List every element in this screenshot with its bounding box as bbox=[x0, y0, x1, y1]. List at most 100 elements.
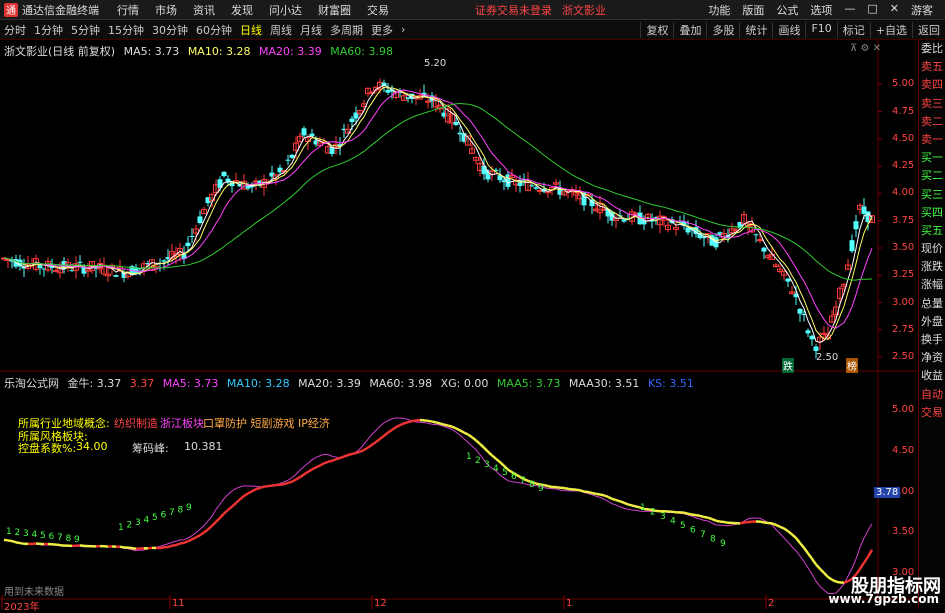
sub-trend-line bbox=[844, 581, 848, 582]
side-auto-trade[interactable]: 交易 bbox=[919, 404, 945, 422]
close-icon[interactable]: ✕ bbox=[890, 2, 899, 18]
sub-trend-line bbox=[8, 540, 12, 541]
side-item[interactable]: 涨幅 bbox=[919, 276, 945, 294]
bang-badge[interactable]: 榜 bbox=[846, 358, 858, 373]
tool-add-watchlist[interactable]: +自选 bbox=[870, 22, 912, 38]
menu-discover[interactable]: 发现 bbox=[231, 2, 253, 18]
tool-f10[interactable]: F10 bbox=[805, 22, 836, 38]
sub-trend-line bbox=[212, 522, 216, 526]
tool-overlay[interactable]: 叠加 bbox=[673, 22, 706, 38]
die-badge[interactable]: 跌 bbox=[782, 358, 794, 373]
menu-market[interactable]: 市场 bbox=[155, 2, 177, 18]
menu-layout[interactable]: 版面 bbox=[742, 2, 764, 18]
tool-mark[interactable]: 标记 bbox=[837, 22, 870, 38]
period-15min[interactable]: 15分钟 bbox=[104, 22, 148, 38]
sub-trend-line bbox=[688, 514, 692, 515]
sequence-count: 7 bbox=[700, 530, 706, 540]
sub-trend-line bbox=[292, 479, 296, 481]
side-item[interactable]: 卖五 bbox=[919, 58, 945, 76]
sub-trend-line bbox=[480, 444, 484, 448]
period-weekly[interactable]: 周线 bbox=[266, 22, 296, 38]
side-item[interactable]: 收益 bbox=[919, 367, 945, 385]
sequence-count: 5 bbox=[502, 468, 508, 478]
sub-trend-line bbox=[380, 436, 384, 439]
sub-trend-line bbox=[820, 569, 824, 573]
sub-trend-line bbox=[288, 482, 292, 483]
candle-body-down bbox=[534, 187, 539, 188]
tool-draw[interactable]: 画线 bbox=[772, 22, 805, 38]
sub-y-tick: 3.50 bbox=[892, 526, 914, 537]
maximize-icon[interactable]: □ bbox=[867, 2, 877, 18]
main-legend: 浙文影业(日线 前复权) MA5: 3.73 MA10: 3.28 MA20: … bbox=[4, 43, 398, 59]
side-item[interactable]: 外盘 bbox=[919, 313, 945, 331]
sub-trend-line bbox=[476, 440, 480, 444]
sub-trend-line bbox=[612, 499, 616, 500]
sequence-count: 8 bbox=[529, 480, 535, 490]
sub-trend-line bbox=[452, 427, 456, 429]
sub-trend-line bbox=[764, 522, 768, 523]
menu-formula[interactable]: 公式 bbox=[776, 2, 798, 18]
tool-multi-stock[interactable]: 多股 bbox=[706, 22, 739, 38]
menu-quotes[interactable]: 行情 bbox=[117, 2, 139, 18]
side-item[interactable]: 卖三 bbox=[919, 95, 945, 113]
period-multi[interactable]: 多周期 bbox=[326, 22, 367, 38]
concept-zhejiang: 浙江板块 bbox=[160, 415, 204, 431]
menu-trade[interactable]: 交易 bbox=[367, 2, 389, 18]
tool-back[interactable]: 返回 bbox=[912, 22, 945, 38]
x-axis-label: 1 bbox=[566, 598, 572, 609]
side-item[interactable]: 净资 bbox=[919, 349, 945, 367]
ma5-legend: MA5: 3.73 bbox=[124, 45, 180, 58]
sub-trend-line bbox=[868, 550, 872, 557]
chart-area[interactable]: 123456789123456789123456789123456789 浙文影… bbox=[0, 40, 918, 609]
sub-trend-line bbox=[576, 490, 580, 491]
menu-ask[interactable]: 问小达 bbox=[269, 2, 302, 18]
side-item[interactable]: 卖一 bbox=[919, 131, 945, 149]
side-item[interactable]: 现价 bbox=[919, 240, 945, 258]
candle-body-down bbox=[814, 347, 819, 351]
sequence-count: 4 bbox=[493, 464, 499, 474]
period-daily[interactable]: 日线 bbox=[236, 22, 266, 38]
sub-trend-line bbox=[388, 430, 392, 433]
side-item[interactable]: 买四 bbox=[919, 204, 945, 222]
side-item[interactable]: 委比 bbox=[919, 40, 945, 58]
side-item[interactable]: 卖四 bbox=[919, 76, 945, 94]
sub-ks: KS: 3.51 bbox=[648, 377, 694, 390]
side-auto-trade[interactable]: 自动 bbox=[919, 386, 945, 404]
side-item[interactable]: 买二 bbox=[919, 167, 945, 185]
tool-adjust[interactable]: 复权 bbox=[640, 22, 673, 38]
sub-indicator-name[interactable]: 乐淘公式网 bbox=[4, 377, 59, 390]
sub-trend-line bbox=[220, 514, 224, 518]
candlestick-chart[interactable]: 123456789123456789123456789123456789 bbox=[0, 40, 918, 609]
period-more[interactable]: 更多 bbox=[367, 22, 397, 38]
side-item[interactable]: 总量 bbox=[919, 295, 945, 313]
menu-options[interactable]: 选项 bbox=[810, 2, 832, 18]
side-item[interactable]: 涨跌 bbox=[919, 258, 945, 276]
period-1min[interactable]: 1分钟 bbox=[30, 22, 67, 38]
user-label[interactable]: 游客 bbox=[911, 2, 933, 18]
period-60min[interactable]: 60分钟 bbox=[192, 22, 236, 38]
side-item[interactable]: 买三 bbox=[919, 186, 945, 204]
login-notice[interactable]: 证券交易未登录 bbox=[475, 2, 552, 18]
minimize-icon[interactable]: — bbox=[844, 2, 855, 18]
menu-news[interactable]: 资讯 bbox=[193, 2, 215, 18]
period-intraday[interactable]: 分时 bbox=[0, 22, 30, 38]
period-30min[interactable]: 30分钟 bbox=[148, 22, 192, 38]
menu-function[interactable]: 功能 bbox=[708, 2, 730, 18]
candle-body-down bbox=[762, 248, 767, 252]
side-item[interactable]: 换手 bbox=[919, 331, 945, 349]
period-5min[interactable]: 5分钟 bbox=[67, 22, 104, 38]
main-y-tick: 3.00 bbox=[892, 297, 914, 308]
stock-title[interactable]: 浙文影业(日线 前复权) bbox=[4, 45, 115, 58]
menu-wealth[interactable]: 财富圈 bbox=[318, 2, 351, 18]
sub-trend-line bbox=[400, 423, 404, 425]
candle-body-down bbox=[754, 234, 759, 235]
side-item[interactable]: 卖二 bbox=[919, 113, 945, 131]
x-axis-label: 12 bbox=[374, 598, 387, 609]
sub-trend-line bbox=[368, 445, 372, 448]
sub-trend-line bbox=[376, 439, 380, 442]
side-item[interactable]: 买五 bbox=[919, 222, 945, 240]
side-item[interactable]: 买一 bbox=[919, 149, 945, 167]
period-monthly[interactable]: 月线 bbox=[296, 22, 326, 38]
chevron-right-icon[interactable]: › bbox=[397, 23, 409, 36]
tool-stats[interactable]: 统计 bbox=[739, 22, 772, 38]
